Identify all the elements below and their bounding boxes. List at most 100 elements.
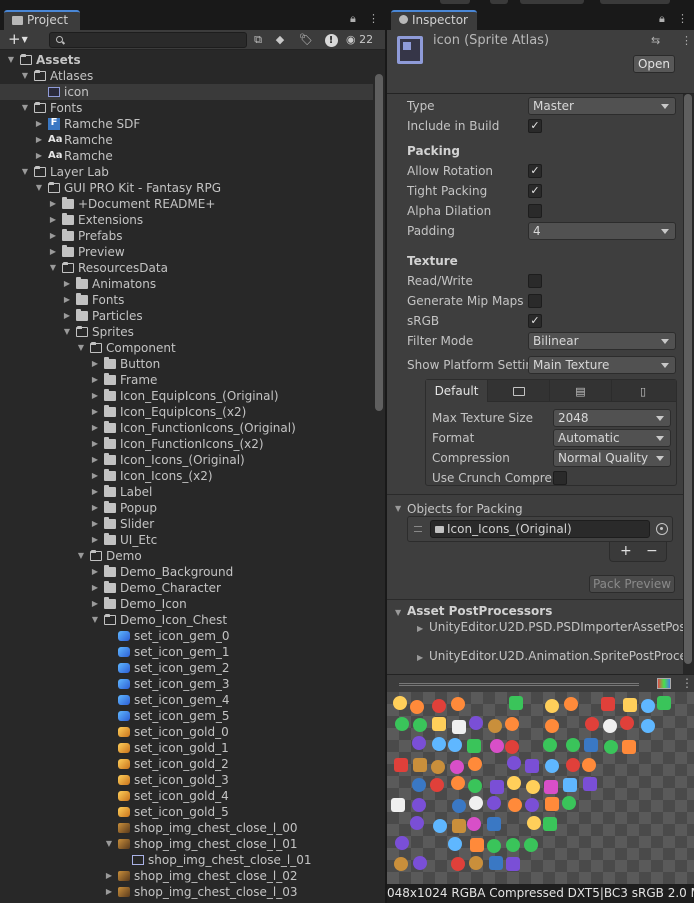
read-write-checkbox[interactable]	[528, 274, 542, 288]
tree-row[interactable]: ▶ Slider	[0, 516, 373, 532]
tree-row[interactable]: ▶ Icon_EquipIcons_(Original)	[0, 388, 373, 404]
collapsed-arrow-icon[interactable]: ▶	[90, 532, 100, 548]
collapsed-arrow-icon[interactable]: ▶	[90, 356, 100, 372]
tree-row[interactable]: ▼ Layer Lab	[0, 164, 373, 180]
collapsed-arrow-icon[interactable]: ▶	[90, 564, 100, 580]
search-by-type-icon[interactable]: ⧉	[249, 32, 267, 48]
collapsed-arrow-icon[interactable]: ▶	[48, 212, 58, 228]
collapsed-arrow-icon[interactable]: ▶	[34, 116, 44, 132]
postprocessor-item[interactable]: UnityEditor.U2D.PSD.PSDImporterAssetPost…	[429, 620, 683, 634]
tree-row[interactable]: ▼ Fonts	[0, 100, 373, 116]
tree-row[interactable]: ▼ Sprites	[0, 324, 373, 340]
tree-row[interactable]: ▼ Component	[0, 340, 373, 356]
add-button[interactable]: +	[620, 542, 632, 560]
tree-row[interactable]: ▶ Icon_FunctionIcons_(Original)	[0, 420, 373, 436]
tree-row[interactable]: ▼ Assets	[0, 52, 373, 68]
object-picker-icon[interactable]	[656, 523, 668, 535]
project-scrollbar[interactable]	[375, 74, 383, 411]
collapsed-arrow-icon[interactable]: ▶	[48, 196, 58, 212]
collapsed-arrow-icon[interactable]: ▶	[90, 420, 100, 436]
collapsed-arrow-icon[interactable]: ▶	[90, 436, 100, 452]
collapsed-arrow-icon[interactable]: ▶	[48, 228, 58, 244]
expand-arrow-icon[interactable]: ▼	[90, 612, 100, 628]
postprocessor-item[interactable]: UnityEditor.U2D.Animation.SpritePostProc…	[429, 649, 683, 663]
max-texture-size-dropdown[interactable]: 2048	[553, 409, 671, 427]
tree-row[interactable]: ▶ Fonts	[0, 292, 373, 308]
drag-handle-icon[interactable]	[414, 526, 422, 532]
expand-arrow-icon[interactable]: ▼	[20, 164, 30, 180]
padding-dropdown[interactable]: 4	[528, 222, 676, 240]
log-filter-icon[interactable]: !	[322, 32, 340, 48]
tree-row[interactable]: ▶ Label	[0, 484, 373, 500]
collapsed-arrow-icon[interactable]: ▶	[90, 404, 100, 420]
tree-row[interactable]: set_icon_gold_0	[0, 724, 373, 740]
expand-arrow-icon[interactable]: ▼	[104, 836, 114, 852]
tree-row[interactable]: shop_img_chest_close_l_00	[0, 820, 373, 836]
tree-row[interactable]: ▶ Prefabs	[0, 228, 373, 244]
tree-row[interactable]: ▼ ResourcesData	[0, 260, 373, 276]
tab-server[interactable]: ▤	[550, 380, 612, 402]
tree-row[interactable]: ▶ Button	[0, 356, 373, 372]
tree-row[interactable]: ▶ Aa Ramche	[0, 132, 373, 148]
tab-inspector[interactable]: Inspector	[391, 10, 477, 30]
collapsed-arrow-icon[interactable]: ▶	[34, 132, 44, 148]
tree-row[interactable]: set_icon_gold_4	[0, 788, 373, 804]
collapsed-arrow-icon[interactable]: ▶	[417, 624, 423, 633]
tree-row[interactable]: set_icon_gem_4	[0, 692, 373, 708]
tree-row[interactable]: ▶ shop_img_chest_close_l_03	[0, 884, 373, 900]
tree-row[interactable]: icon	[0, 84, 373, 100]
collapsed-arrow-icon[interactable]: ▶	[48, 244, 58, 260]
kebab-menu-icon[interactable]: ⋮	[368, 12, 379, 25]
pack-preview-button[interactable]: Pack Preview	[589, 575, 675, 593]
platform-settings-dropdown[interactable]: Main Texture	[528, 356, 676, 374]
compression-dropdown[interactable]: Normal Quality	[553, 449, 671, 467]
collapsed-arrow-icon[interactable]: ▶	[417, 653, 423, 662]
tree-row[interactable]: ▼ Atlases	[0, 68, 373, 84]
search-input[interactable]	[49, 32, 247, 48]
tree-row[interactable]: set_icon_gold_3	[0, 772, 373, 788]
expand-arrow-icon[interactable]: ▼	[20, 100, 30, 116]
remove-button[interactable]: −	[646, 542, 658, 560]
lock-icon[interactable]: 🔒︎	[659, 12, 665, 26]
collapsed-arrow-icon[interactable]: ▶	[90, 516, 100, 532]
open-button[interactable]: Open	[633, 55, 675, 73]
hidden-packages-toggle[interactable]: ◉ 22	[346, 32, 380, 48]
collapsed-arrow-icon[interactable]: ▶	[104, 868, 114, 884]
type-dropdown[interactable]: Master	[528, 97, 676, 115]
expand-arrow-icon[interactable]: ▼	[395, 608, 401, 617]
tree-row[interactable]: ▶ Icon_EquipIcons_(x2)	[0, 404, 373, 420]
collapsed-arrow-icon[interactable]: ▶	[90, 468, 100, 484]
lock-icon[interactable]: 🔒︎	[350, 12, 356, 26]
alpha-dilation-checkbox[interactable]	[528, 204, 542, 218]
tree-row[interactable]: ▶ UI_Etc	[0, 532, 373, 548]
tree-row[interactable]: ▼ shop_img_chest_close_l_01	[0, 836, 373, 852]
tree-row[interactable]: ▶ Preview	[0, 244, 373, 260]
color-channel-icon[interactable]	[657, 678, 671, 689]
tree-row[interactable]: set_icon_gem_5	[0, 708, 373, 724]
filter-by-label-icon[interactable]: 🏷︎	[297, 32, 315, 48]
tree-row[interactable]: ▼ Demo	[0, 548, 373, 564]
kebab-menu-icon[interactable]: ⋮	[681, 676, 693, 690]
tight-packing-checkbox[interactable]: ✓	[528, 184, 542, 198]
collapsed-arrow-icon[interactable]: ▶	[90, 596, 100, 612]
expand-arrow-icon[interactable]: ▼	[6, 52, 16, 68]
tree-row[interactable]: ▶ Icon_Icons_(x2)	[0, 468, 373, 484]
kebab-menu-icon[interactable]: ⋮	[677, 12, 688, 25]
tree-row[interactable]: ▶ Aa Ramche	[0, 148, 373, 164]
tree-row[interactable]: set_icon_gem_1	[0, 644, 373, 660]
tree-row[interactable]: ▶ Icon_FunctionIcons_(x2)	[0, 436, 373, 452]
crunch-checkbox[interactable]	[553, 471, 567, 485]
collapsed-arrow-icon[interactable]: ▶	[104, 884, 114, 900]
collapsed-arrow-icon[interactable]: ▶	[34, 148, 44, 164]
object-field[interactable]: Icon_Icons_(Original)	[430, 520, 650, 538]
tab-standalone[interactable]	[488, 380, 550, 402]
tree-row[interactable]: ▼ Demo_Icon_Chest	[0, 612, 373, 628]
expand-arrow-icon[interactable]: ▼	[76, 548, 86, 564]
expand-arrow-icon[interactable]: ▼	[34, 180, 44, 196]
tree-row[interactable]: ▶ Popup	[0, 500, 373, 516]
expand-arrow-icon[interactable]: ▼	[20, 68, 30, 84]
tree-row[interactable]: ▶ Demo_Background	[0, 564, 373, 580]
tree-row[interactable]: ▶ +Document README+	[0, 196, 373, 212]
tree-row[interactable]: ▶ Demo_Icon	[0, 596, 373, 612]
tree-row[interactable]: ▶ Animatons	[0, 276, 373, 292]
